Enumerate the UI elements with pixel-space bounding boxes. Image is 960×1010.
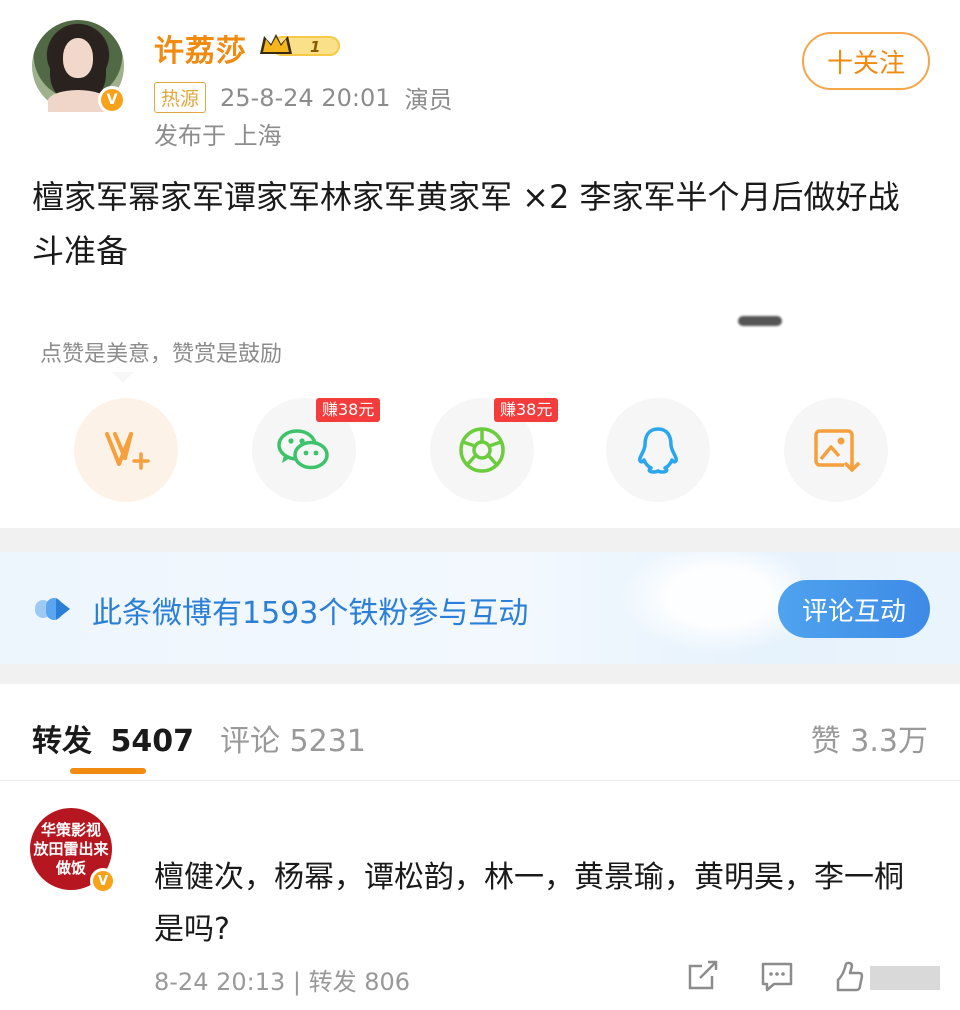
tab-divider <box>0 780 960 781</box>
tab-repost[interactable]: 转发 5407 <box>32 716 194 760</box>
moments-earn-tag: 赚38元 <box>494 398 559 422</box>
level-number: 1 <box>310 38 320 56</box>
author-avatar[interactable]: V <box>32 20 126 114</box>
author-name[interactable]: 许荔莎 <box>154 26 247 70</box>
wechat-earn-tag: 赚38元 <box>316 398 381 422</box>
repost-icon[interactable] <box>686 960 720 992</box>
post-meta: 热源 25-8-24 20:01 演员 <box>154 80 452 115</box>
vip-v-icon: V <box>98 86 126 114</box>
author-role: 演员 <box>404 86 453 114</box>
avatar-text-line: 华策影视 <box>40 820 101 839</box>
like-icon[interactable] <box>830 960 940 992</box>
reward-v-icon <box>105 432 150 470</box>
comment-interact-button[interactable]: 评论互动 <box>778 580 930 638</box>
qq-icon <box>638 427 678 474</box>
post-location: 发布于 上海 <box>154 122 282 150</box>
comment-text: 檀健次，杨幂，谭松韵，林一，黄景瑜，黄明昊，李一桐是吗? <box>154 860 904 947</box>
post-body: 檀家军幂家军谭家军林家军黄家军 ×2 李家军半个月后做好战斗准备 <box>32 178 900 270</box>
hot-source-tag[interactable]: 热源 <box>154 82 207 113</box>
follow-button[interactable]: 十关注 <box>802 32 930 90</box>
save-image-icon <box>814 429 860 473</box>
banner-text: 此条微博有1593个铁粉参与互动 <box>92 596 529 631</box>
section-separator <box>0 528 960 552</box>
section-separator <box>0 664 960 684</box>
tab-repost-count: 5407 <box>110 724 194 759</box>
comment-meta: 8-24 20:13 | 转发 806 <box>154 968 411 996</box>
wechat-icon <box>277 429 329 470</box>
active-tab-indicator <box>70 768 146 774</box>
comment-icon[interactable] <box>760 960 794 992</box>
share-qq-button[interactable] <box>606 398 710 502</box>
tab-repost-label: 转发 <box>32 724 92 759</box>
avatar-face <box>63 38 93 78</box>
reward-button[interactable] <box>74 398 178 502</box>
image-smudge <box>738 316 782 326</box>
moments-icon <box>459 427 505 473</box>
crown-badge-icon[interactable]: 1 <box>258 30 342 60</box>
fans-interaction-banner[interactable]: 此条微博有1593个铁粉参与互动 评论互动 <box>0 552 960 664</box>
banner-cloud-decoration <box>600 552 800 664</box>
reward-tip: 点赞是美意，赞赏是鼓励 <box>40 342 283 367</box>
tip-arrow-icon <box>112 372 134 383</box>
commenter-avatar[interactable]: 华策影视 放田雷出来 做饭 V <box>30 808 116 894</box>
post-timestamp: 25-8-24 20:01 <box>220 83 391 112</box>
vip-v-icon: V <box>90 868 116 894</box>
fans-interaction-icon <box>35 598 70 620</box>
avatar-text-line: 做饭 <box>55 858 86 877</box>
tab-like[interactable]: 赞 3.3万 <box>811 716 928 760</box>
avatar-text-line: 放田雷出来 <box>33 839 109 858</box>
tab-comment[interactable]: 评论 5231 <box>220 716 366 760</box>
save-image-button[interactable] <box>784 398 888 502</box>
